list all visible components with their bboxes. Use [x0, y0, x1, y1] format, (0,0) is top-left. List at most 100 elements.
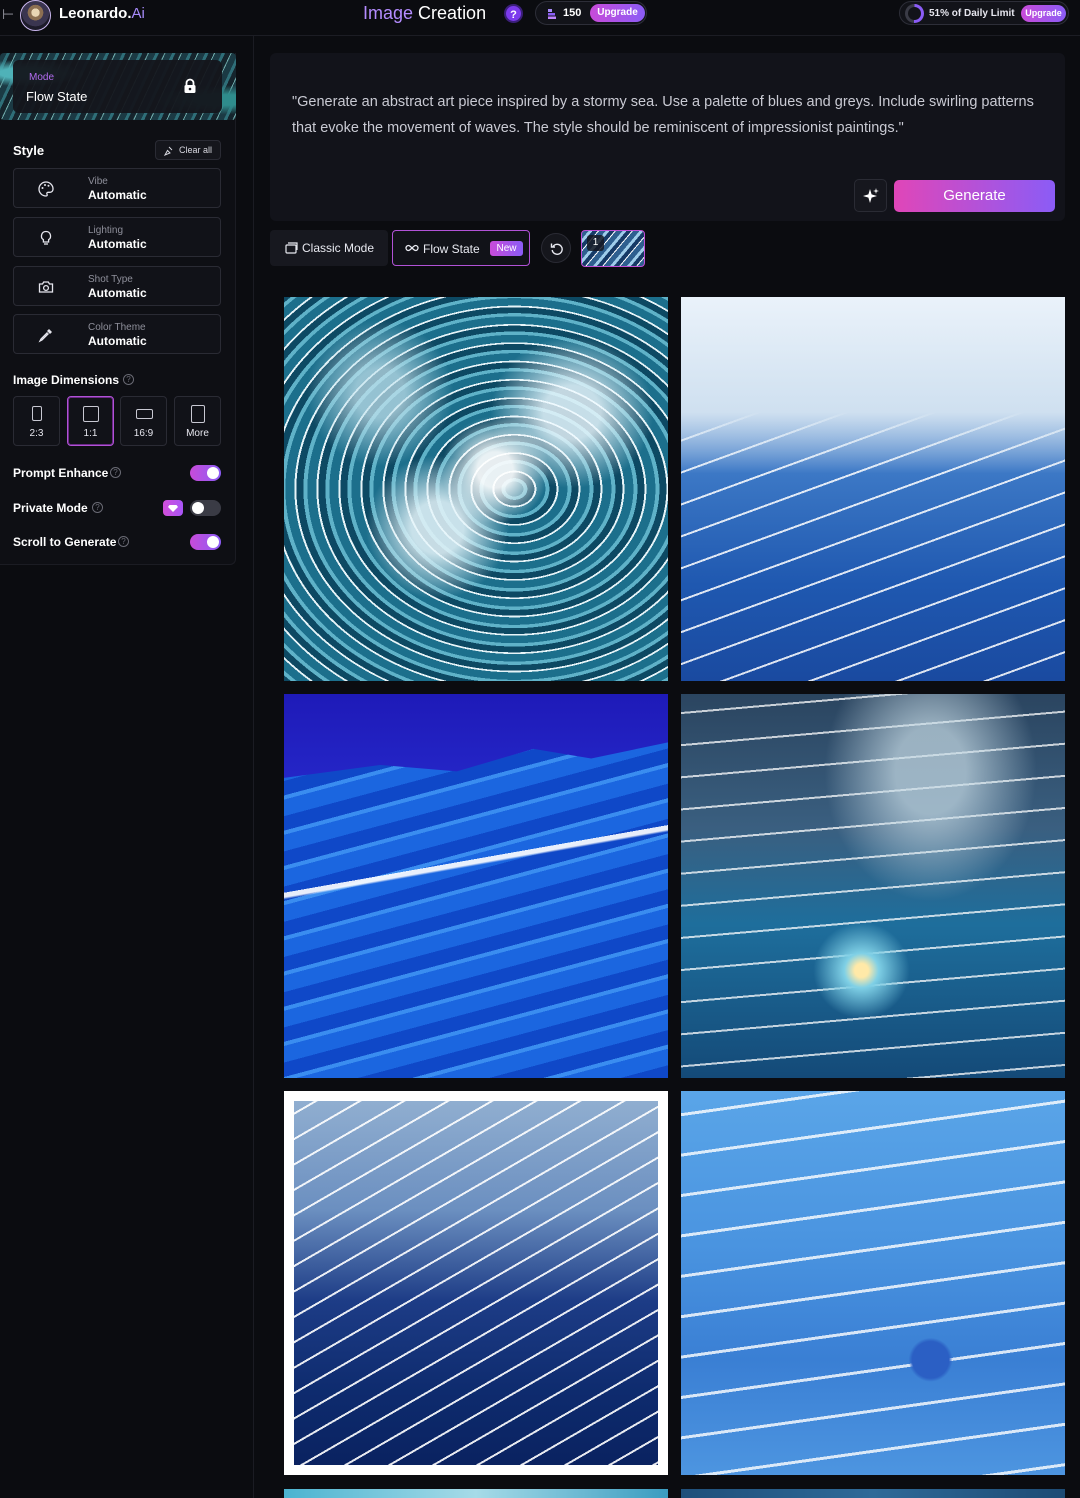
info-icon[interactable]: ?: [92, 502, 103, 513]
generated-image[interactable]: [681, 1091, 1065, 1475]
broom-icon: [163, 146, 173, 156]
dimension-label: More: [186, 428, 209, 439]
toggle-knob: [207, 467, 219, 479]
mode-value: Flow State: [26, 89, 88, 104]
logo-name: Leonardo.: [59, 5, 132, 22]
style-section-title: Style: [13, 143, 45, 158]
sidebar: Mode Flow State Style Clear all Vibe Aut…: [0, 53, 236, 565]
daily-limit-progress-ring: [905, 4, 924, 23]
top-bar: ⊢ Leonardo.Ai Image Creation ? 150 Upgra…: [0, 0, 1080, 36]
scroll-to-generate-row: Scroll to Generate ?: [13, 534, 221, 550]
private-mode-label: Private Mode: [13, 501, 88, 515]
flow-state-label: Flow State: [423, 242, 480, 256]
generated-image[interactable]: [681, 694, 1065, 1078]
camera-icon: [38, 281, 54, 293]
generation-thumbnail[interactable]: 1: [581, 230, 645, 267]
prompt-improve-button[interactable]: [854, 179, 887, 212]
image-dimensions-title: Image Dimensions: [13, 373, 120, 387]
classic-mode-label: Classic Mode: [302, 241, 375, 255]
generated-image[interactable]: [681, 1489, 1065, 1498]
style-item-key: Vibe: [88, 176, 108, 187]
logo-avatar[interactable]: [20, 0, 51, 31]
collapse-sidebar-icon[interactable]: ⊢: [2, 6, 14, 23]
more-dimensions-icon: [191, 405, 205, 423]
limit-upgrade-button[interactable]: Upgrade: [1021, 5, 1066, 22]
clear-all-button[interactable]: Clear all: [155, 140, 221, 160]
token-upgrade-button[interactable]: Upgrade: [590, 4, 645, 22]
eyedropper-icon: [38, 329, 52, 343]
dimension-label: 2:3: [29, 428, 44, 439]
page-title: Image Creation: [363, 3, 486, 24]
style-item-lighting[interactable]: Lighting Automatic: [13, 217, 221, 257]
private-mode-toggle[interactable]: [190, 500, 221, 516]
page-title-part2: Creation: [418, 3, 487, 23]
help-icon[interactable]: ?: [504, 4, 523, 23]
reset-button[interactable]: [541, 233, 571, 263]
private-mode-row: Private Mode ?: [13, 500, 221, 516]
refresh-icon: [550, 243, 563, 255]
new-badge: New: [490, 241, 523, 256]
premium-gem-icon: [163, 500, 183, 516]
square-shape-icon: [83, 406, 99, 422]
dimension-more-button[interactable]: More: [174, 396, 221, 446]
style-item-key: Color Theme: [88, 322, 146, 333]
info-icon[interactable]: ?: [123, 374, 134, 385]
mode-label: Mode: [29, 72, 55, 83]
info-icon[interactable]: ?: [110, 467, 121, 478]
landscape-shape-icon: [136, 409, 153, 419]
generated-image[interactable]: [284, 1489, 668, 1498]
style-item-key: Lighting: [88, 225, 124, 236]
image-stack-icon: [285, 242, 298, 254]
style-item-shot-type[interactable]: Shot Type Automatic: [13, 266, 221, 306]
prompt-enhance-row: Prompt Enhance ?: [13, 465, 221, 481]
prompt-panel: "Generate an abstract art piece inspired…: [270, 53, 1065, 221]
palette-icon: [38, 181, 54, 197]
mode-banner: Mode Flow State: [0, 53, 236, 120]
prompt-enhance-label: Prompt Enhance: [13, 466, 109, 480]
style-item-value: Automatic: [88, 237, 147, 251]
prompt-enhance-toggle[interactable]: [190, 465, 221, 481]
toggle-knob: [207, 536, 219, 548]
dimension-label: 16:9: [133, 428, 154, 439]
daily-limit-text: 51% of Daily Limit: [929, 8, 1015, 19]
framed-artwork: [294, 1101, 658, 1465]
generated-image[interactable]: [284, 694, 668, 1078]
sidebar-divider: [253, 36, 254, 1498]
scroll-to-generate-toggle[interactable]: [190, 534, 221, 550]
style-item-value: Automatic: [88, 286, 147, 300]
thumbnail-count: 1: [587, 235, 604, 251]
token-balance[interactable]: 150 Upgrade: [535, 1, 647, 25]
flow-state-button[interactable]: Flow State New: [392, 230, 530, 266]
logo-text[interactable]: Leonardo.Ai: [59, 5, 145, 22]
toggle-knob: [192, 502, 204, 514]
info-icon[interactable]: ?: [118, 536, 129, 547]
token-icon: [548, 9, 556, 19]
classic-mode-button[interactable]: Classic Mode: [270, 230, 388, 266]
sparkle-icon: [863, 188, 879, 203]
logo-suffix: Ai: [131, 5, 145, 22]
lock-icon: [184, 78, 196, 93]
generated-image[interactable]: [284, 297, 668, 681]
style-item-key: Shot Type: [88, 274, 133, 285]
generate-button[interactable]: Generate: [894, 180, 1055, 212]
scroll-to-generate-label: Scroll to Generate: [13, 535, 117, 549]
style-item-color-theme[interactable]: Color Theme Automatic: [13, 314, 221, 354]
clear-all-label: Clear all: [179, 145, 213, 155]
generated-image[interactable]: [284, 1091, 668, 1475]
dimension-1-1-button[interactable]: 1:1: [67, 396, 114, 446]
page-title-part1: Image: [363, 3, 414, 23]
infinity-icon: [405, 244, 419, 252]
dimension-2-3-button[interactable]: 2:3: [13, 396, 60, 446]
style-item-value: Automatic: [88, 188, 147, 202]
lightbulb-icon: [40, 230, 52, 245]
mode-selector[interactable]: Mode Flow State: [13, 60, 222, 113]
style-item-value: Automatic: [88, 334, 147, 348]
dimension-16-9-button[interactable]: 16:9: [120, 396, 167, 446]
prompt-input[interactable]: "Generate an abstract art piece inspired…: [292, 89, 1037, 141]
dimension-label: 1:1: [83, 428, 98, 439]
generated-image[interactable]: [681, 297, 1065, 681]
style-item-vibe[interactable]: Vibe Automatic: [13, 168, 221, 208]
daily-limit: 51% of Daily Limit Upgrade: [899, 1, 1069, 25]
portrait-shape-icon: [32, 406, 42, 421]
token-count: 150: [563, 7, 582, 19]
